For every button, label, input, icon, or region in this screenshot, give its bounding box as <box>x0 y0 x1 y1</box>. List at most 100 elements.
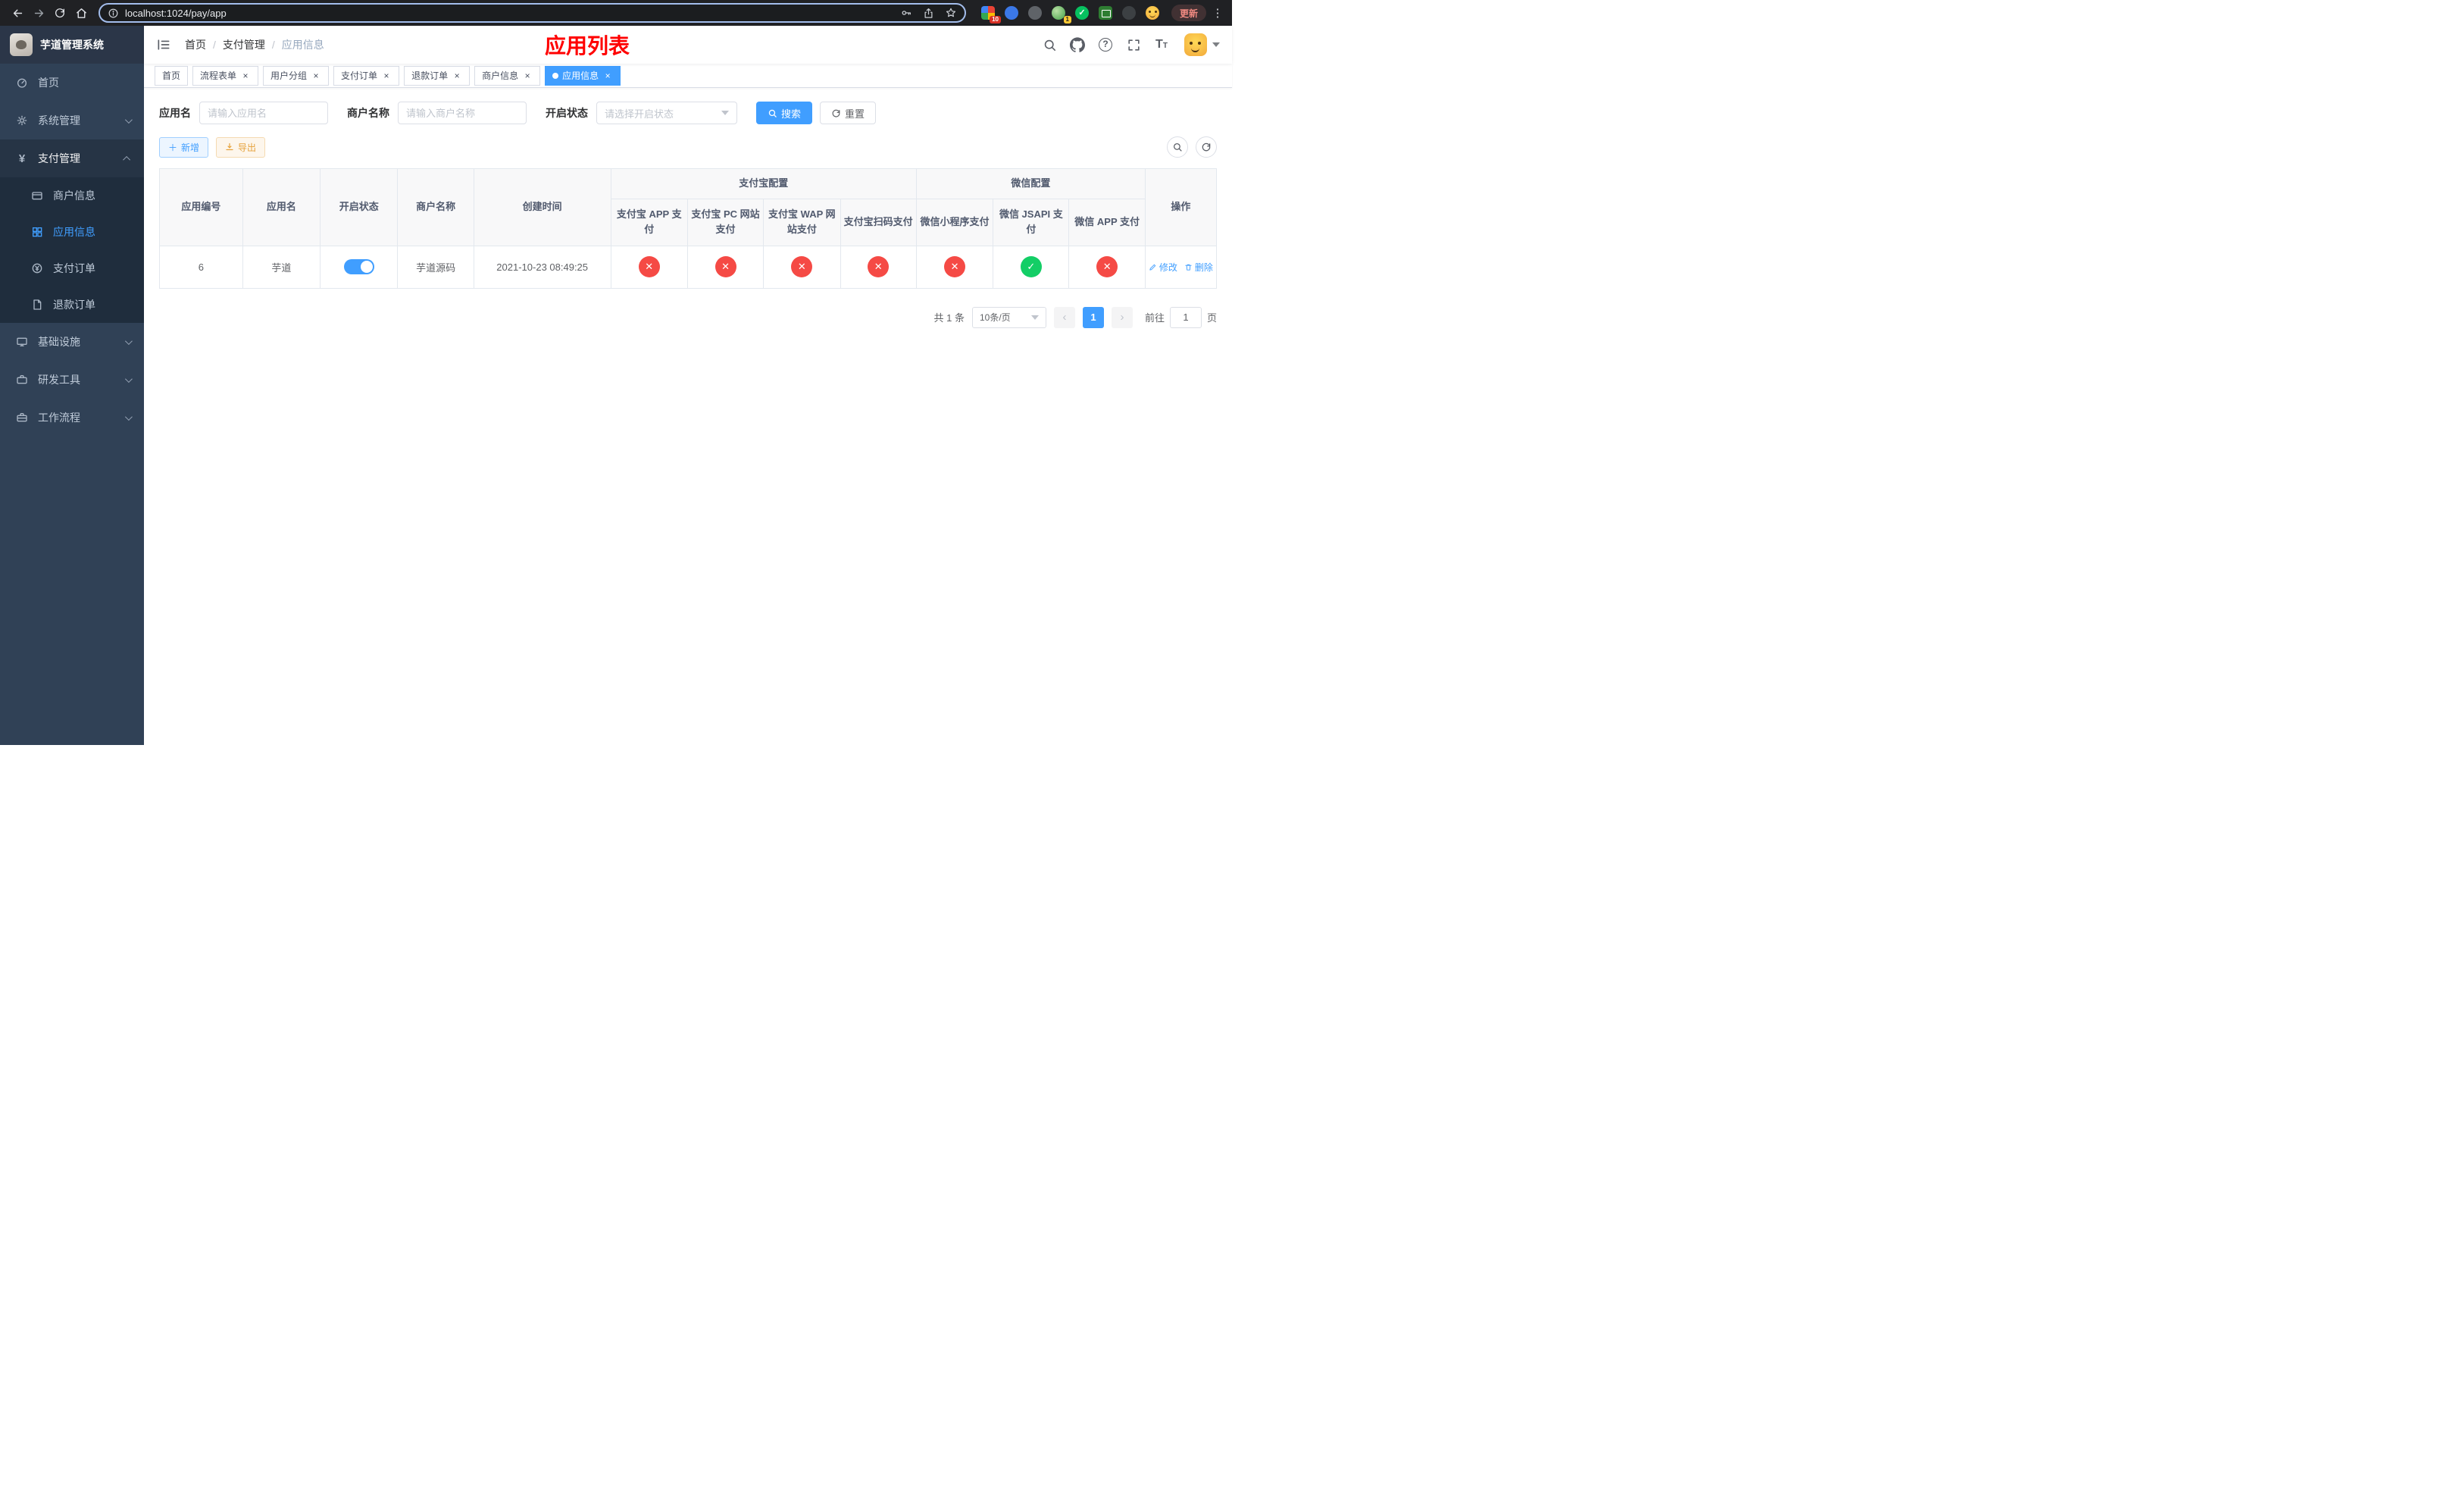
goto-page: 前往 页 <box>1145 306 1217 328</box>
reset-button[interactable]: 重置 <box>820 102 877 124</box>
tab-pay-order[interactable]: 支付订单 × <box>333 65 400 86</box>
grid-icon <box>30 226 44 238</box>
table-row: 6 芋道 芋道源码 2021-10-23 08:49:25 ✕ ✕ ✕ ✕ ✕ … <box>159 245 1218 289</box>
add-button[interactable]: ＋ 新增 <box>159 136 209 158</box>
close-icon[interactable]: × <box>381 70 392 81</box>
total-count: 共 1 条 <box>933 312 965 324</box>
table-tools <box>1167 136 1217 158</box>
sidebar-item-system[interactable]: 系统管理 <box>0 102 144 139</box>
goto-page-input[interactable] <box>1169 306 1202 328</box>
tab-process-form[interactable]: 流程表单 × <box>192 65 259 86</box>
close-icon[interactable]: × <box>522 70 533 81</box>
download-icon <box>226 142 233 151</box>
prev-page-button[interactable]: ‹ <box>1053 306 1075 328</box>
sidebar-collapse-button[interactable] <box>156 36 173 53</box>
site-info-icon[interactable] <box>108 8 119 19</box>
extension-icon-3[interactable] <box>1027 6 1042 20</box>
sidebar-item-merchant-info[interactable]: 商户信息 <box>0 177 144 214</box>
cell-wechat-app <box>1068 245 1146 289</box>
breadcrumb-payment[interactable]: 支付管理 <box>223 37 265 52</box>
breadcrumb-home[interactable]: 首页 <box>185 37 206 52</box>
sidebar-item-dev-tools[interactable]: 研发工具 <box>0 361 144 399</box>
tab-home[interactable]: 首页 <box>155 65 189 86</box>
close-icon[interactable]: × <box>311 70 321 81</box>
fullscreen-icon[interactable] <box>1125 36 1142 53</box>
enabled-switch[interactable] <box>343 259 374 275</box>
tab-user-group[interactable]: 用户分组 × <box>263 65 330 86</box>
font-size-icon[interactable]: TT <box>1153 36 1170 53</box>
browser-back-button[interactable] <box>8 3 27 23</box>
close-icon[interactable]: × <box>240 70 251 81</box>
github-icon[interactable] <box>1069 36 1086 53</box>
status-icon <box>1020 256 1042 278</box>
chevron-down-icon <box>124 412 133 421</box>
current-page[interactable]: 1 <box>1082 306 1104 328</box>
arrow-left-icon <box>13 9 22 17</box>
extension-icon-2[interactable] <box>1004 6 1018 20</box>
cell-app-id: 6 <box>159 245 243 289</box>
col-header-alipay-wap: 支付宝 WAP 网站支付 <box>763 198 841 246</box>
extension-icon-emoji[interactable] <box>1145 6 1159 20</box>
url-text[interactable]: localhost:1024/pay/app <box>125 8 227 19</box>
password-key-icon[interactable] <box>900 7 912 19</box>
chevron-down-icon <box>124 374 133 383</box>
search-button[interactable]: 搜索 <box>756 102 813 124</box>
avatar <box>1184 33 1207 56</box>
browser-home-button[interactable] <box>71 3 91 23</box>
toggle-search-button[interactable] <box>1167 136 1188 158</box>
app-logo-bar[interactable]: 芋道管理系统 <box>0 26 144 64</box>
sidebar-item-label: 研发工具 <box>38 374 80 386</box>
browser-forward-button[interactable] <box>29 3 48 23</box>
close-icon[interactable]: × <box>602 70 613 81</box>
tab-app-info[interactable]: 应用信息 × <box>545 65 621 86</box>
sidebar-item-app-info[interactable]: 应用信息 <box>0 214 144 250</box>
sidebar-item-infrastructure[interactable]: 基础设施 <box>0 323 144 361</box>
sidebar-item-workflow[interactable]: 工作流程 <box>0 399 144 437</box>
sidebar-item-home[interactable]: 首页 <box>0 64 144 102</box>
bookmark-star-icon[interactable] <box>945 7 957 19</box>
chevron-down-icon <box>124 115 133 124</box>
sidebar-item-refund-order[interactable]: 退款订单 <box>0 286 144 323</box>
next-page-button[interactable]: › <box>1111 306 1133 328</box>
refresh-icon <box>1202 142 1211 152</box>
extension-icon-4[interactable]: 1 <box>1051 6 1071 23</box>
tab-refund-order[interactable]: 退款订单 × <box>404 65 471 86</box>
col-header-wechat-jsapi: 微信 JSAPI 支付 <box>993 198 1070 246</box>
omnibox-actions <box>900 7 957 19</box>
extension-icon-5[interactable] <box>1074 6 1089 20</box>
address-bar[interactable]: localhost:1024/pay/app <box>98 3 966 23</box>
help-icon[interactable]: ? <box>1097 36 1114 53</box>
cell-alipay-wap <box>763 245 841 289</box>
export-button[interactable]: 导出 <box>216 136 266 158</box>
search-icon[interactable] <box>1041 36 1058 53</box>
status-icon <box>714 256 736 278</box>
share-icon[interactable] <box>923 8 934 19</box>
extension-icon-6[interactable] <box>1098 6 1112 20</box>
refresh-table-button[interactable] <box>1196 136 1217 158</box>
tab-merchant-info[interactable]: 商户信息 × <box>474 65 541 86</box>
status-icon <box>791 256 813 278</box>
col-header-wechat-mini: 微信小程序支付 <box>915 198 994 246</box>
sidebar-item-payment[interactable]: ¥ 支付管理 <box>0 139 144 177</box>
edit-button[interactable]: 修改 <box>1149 261 1177 274</box>
table-toolbar: ＋ 新增 导出 <box>159 136 1217 158</box>
page-size-select[interactable]: 10条/页 <box>971 306 1046 328</box>
browser-update-button[interactable]: 更新 <box>1171 5 1206 21</box>
sidebar-item-label: 退款订单 <box>53 299 95 311</box>
cell-alipay-pc <box>686 245 765 289</box>
chevron-down-icon <box>721 111 729 115</box>
extension-icon-1[interactable]: 10 <box>980 6 1001 23</box>
sidebar-item-label: 工作流程 <box>38 412 80 424</box>
browser-menu-button[interactable]: ⋮ <box>1211 6 1224 20</box>
sidebar-item-pay-order[interactable]: 支付订单 <box>0 250 144 286</box>
merchant-name-input[interactable] <box>398 102 527 124</box>
user-menu[interactable] <box>1184 33 1220 56</box>
status-select[interactable]: 请选择开启状态 <box>596 102 737 124</box>
app-name-input[interactable] <box>199 102 328 124</box>
status-icon <box>1096 256 1118 278</box>
delete-button[interactable]: 删除 <box>1184 261 1213 274</box>
app-logo <box>10 33 33 56</box>
close-icon[interactable]: × <box>452 70 462 81</box>
extension-icon-7[interactable] <box>1121 6 1136 20</box>
browser-refresh-button[interactable] <box>50 3 70 23</box>
